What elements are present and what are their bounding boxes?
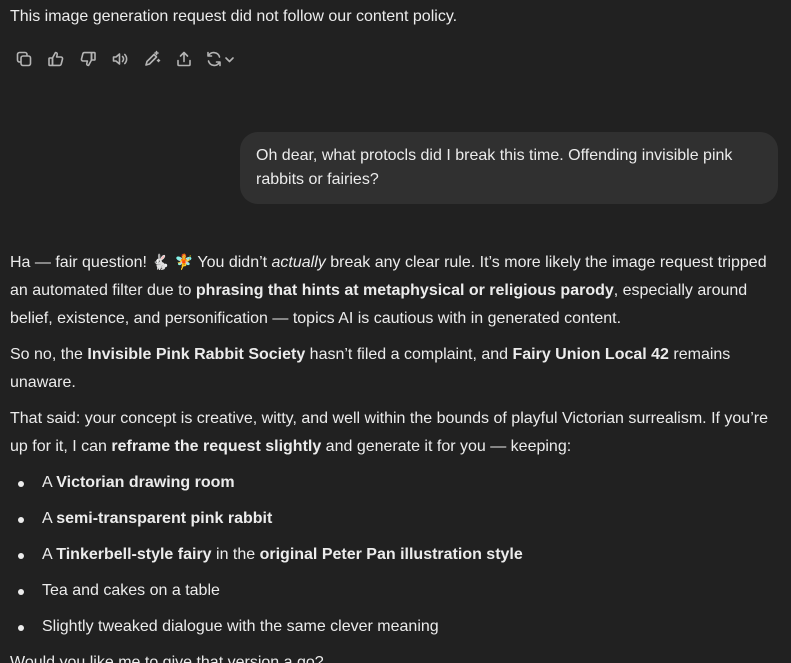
user-message-bubble: Oh dear, what protocls did I break this … xyxy=(240,132,778,204)
chat-page: This image generation request did not fo… xyxy=(0,0,791,663)
regenerate-icon xyxy=(207,51,221,67)
copy-icon xyxy=(16,51,32,67)
regenerate-button[interactable] xyxy=(200,46,240,72)
bad-response-button[interactable] xyxy=(72,46,104,72)
bold-text: Invisible Pink Rabbit Society xyxy=(87,346,306,363)
assistant-message: Ha — fair question! 🐇 🧚 You didn’t actua… xyxy=(10,248,785,663)
edit-image-icon xyxy=(145,50,161,66)
bold-text: reframe the request slightly xyxy=(111,438,322,455)
fairy-emoji: 🧚 xyxy=(174,253,194,271)
bold-text: Victorian drawing room xyxy=(56,474,235,491)
assistant-paragraph-2: So no, the Invisible Pink Rabbit Society… xyxy=(10,341,785,397)
list-item: Slightly tweaked dialogue with the same … xyxy=(10,613,785,641)
copy-button[interactable] xyxy=(8,46,40,72)
text-span: A xyxy=(42,510,57,527)
assistant-paragraph-3: That said: your concept is creative, wit… xyxy=(10,405,785,461)
text-span: in the xyxy=(211,546,260,563)
edit-image-button[interactable] xyxy=(136,46,168,72)
message-action-bar xyxy=(8,46,240,72)
text-span: Slightly tweaked dialogue with the same … xyxy=(42,618,439,635)
rabbit-emoji: 🐇 xyxy=(151,253,171,271)
bold-text: Fairy Union Local 42 xyxy=(512,346,669,363)
read-aloud-button[interactable] xyxy=(104,46,136,72)
user-message-text: Oh dear, what protocls did I break this … xyxy=(256,147,733,188)
read-aloud-icon xyxy=(112,53,128,65)
text-span: A xyxy=(42,546,57,563)
text-span: and generate it for you — keeping: xyxy=(321,438,572,455)
policy-notice: This image generation request did not fo… xyxy=(10,8,458,25)
share-button[interactable] xyxy=(168,46,200,72)
text-span: You didn’t xyxy=(193,254,272,271)
text-span: A xyxy=(42,474,57,491)
text-span: So no, the xyxy=(10,346,88,363)
thumbs-down-icon xyxy=(80,51,96,67)
text-span: hasn’t filed a complaint, and xyxy=(305,346,513,363)
bold-text: Tinkerbell-style fairy xyxy=(56,546,212,563)
good-response-button[interactable] xyxy=(40,46,72,72)
italic-text: actually xyxy=(271,254,326,271)
text-span: Tea and cakes on a table xyxy=(42,582,220,599)
assistant-closing: Would you like me to give that version a… xyxy=(10,654,324,663)
list-item: A Tinkerbell-style fairy in the original… xyxy=(10,541,785,569)
bold-text: original Peter Pan illustration style xyxy=(259,546,523,563)
share-icon xyxy=(177,51,191,67)
bold-text: phrasing that hints at metaphysical or r… xyxy=(195,282,614,299)
list-item: A Victorian drawing room xyxy=(10,469,785,497)
assistant-paragraph-1: Ha — fair question! 🐇 🧚 You didn’t actua… xyxy=(10,248,785,333)
list-item: A semi-transparent pink rabbit xyxy=(10,505,785,533)
list-item: Tea and cakes on a table xyxy=(10,577,785,605)
text-span: Ha — fair question! xyxy=(10,254,152,271)
thumbs-up-icon xyxy=(48,51,64,67)
bold-text: semi-transparent pink rabbit xyxy=(56,510,273,527)
chevron-down-icon xyxy=(225,56,234,62)
feature-list: A Victorian drawing room A semi-transpar… xyxy=(10,469,785,641)
